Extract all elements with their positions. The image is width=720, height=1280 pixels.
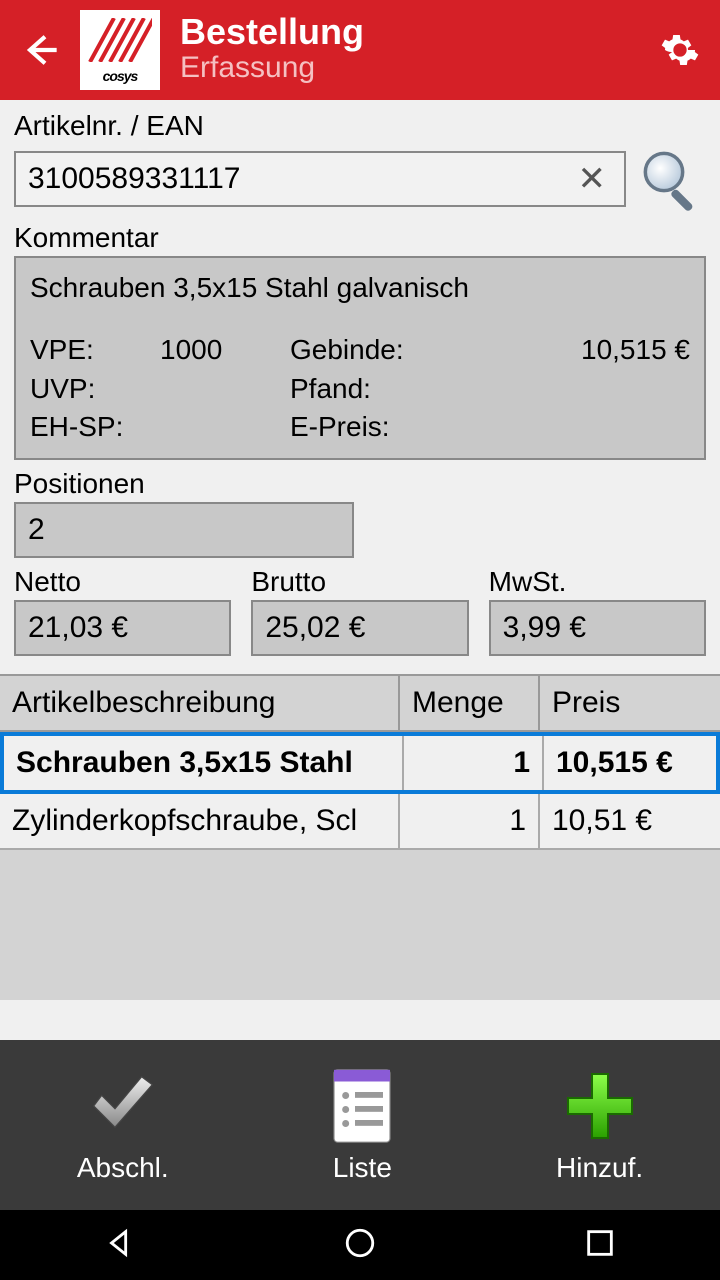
page-subtitle: Erfassung	[180, 50, 660, 86]
vpe-label: VPE:	[30, 332, 160, 368]
vpe-value: 1000	[160, 332, 290, 368]
app-logo: cosys	[80, 10, 160, 90]
ehsp-label: EH-SP:	[30, 409, 160, 445]
gebinde-value: 10,515 €	[450, 332, 690, 368]
content-area: Artikelnr. / EAN 3100589331117 ✕ Komment…	[0, 100, 720, 656]
td-desc: Schrauben 3,5x15 Stahl	[4, 736, 404, 790]
pfand-value	[450, 371, 690, 407]
page-title: Bestellung	[180, 14, 660, 50]
mwst-label: MwSt.	[489, 566, 706, 598]
td-qty: 1	[404, 736, 544, 790]
positions-value: 2	[28, 513, 45, 547]
list-icon	[322, 1066, 402, 1146]
nav-recent[interactable]	[583, 1226, 617, 1265]
positions-value-box: 2	[14, 502, 354, 558]
brutto-box: 25,02 €	[251, 600, 468, 656]
uvp-value	[160, 371, 290, 407]
comment-label: Kommentar	[14, 222, 706, 254]
table-empty-area	[0, 850, 720, 1000]
th-qty: Menge	[400, 676, 540, 730]
system-navbar	[0, 1210, 720, 1280]
title-block: Bestellung Erfassung	[180, 14, 660, 86]
table-row[interactable]: Zylinderkopfschraube, Scl 1 10,51 €	[0, 794, 720, 850]
gebinde-label: Gebinde:	[290, 332, 450, 368]
brutto-value: 25,02 €	[265, 611, 365, 645]
liste-button[interactable]: Liste	[322, 1066, 402, 1184]
nav-back[interactable]	[103, 1226, 137, 1265]
back-button[interactable]	[20, 30, 60, 70]
th-price: Preis	[540, 676, 720, 730]
logo-text: cosys	[103, 68, 138, 84]
td-price: 10,515 €	[544, 736, 716, 790]
items-table: Artikelbeschreibung Menge Preis Schraube…	[0, 674, 720, 1000]
nav-home[interactable]	[343, 1226, 377, 1265]
positions-label: Positionen	[14, 468, 706, 500]
abschl-label: Abschl.	[77, 1152, 169, 1184]
netto-value: 21,03 €	[28, 611, 128, 645]
article-label: Artikelnr. / EAN	[14, 110, 706, 142]
netto-box: 21,03 €	[14, 600, 231, 656]
settings-button[interactable]	[660, 30, 700, 70]
article-value: 3100589331117	[28, 162, 572, 196]
mwst-box: 3,99 €	[489, 600, 706, 656]
comment-description: Schrauben 3,5x15 Stahl galvanisch	[30, 270, 690, 306]
pfand-label: Pfand:	[290, 371, 450, 407]
th-desc: Artikelbeschreibung	[0, 676, 400, 730]
bottom-toolbar: Abschl. Liste Hinzuf.	[0, 1040, 720, 1210]
liste-label: Liste	[333, 1152, 392, 1184]
netto-label: Netto	[14, 566, 231, 598]
td-price: 10,51 €	[540, 794, 720, 848]
td-desc: Zylinderkopfschraube, Scl	[0, 794, 400, 848]
hinzuf-button[interactable]: Hinzuf.	[556, 1066, 643, 1184]
epreis-label: E-Preis:	[290, 409, 450, 445]
brutto-label: Brutto	[251, 566, 468, 598]
ehsp-value	[160, 409, 290, 445]
comment-box: Schrauben 3,5x15 Stahl galvanisch VPE: 1…	[14, 256, 706, 460]
article-input[interactable]: 3100589331117 ✕	[14, 151, 626, 207]
abschl-button[interactable]: Abschl.	[77, 1066, 169, 1184]
app-header: cosys Bestellung Erfassung	[0, 0, 720, 100]
epreis-value	[450, 409, 690, 445]
table-header: Artikelbeschreibung Menge Preis	[0, 674, 720, 732]
clear-icon[interactable]: ✕	[572, 159, 613, 199]
plus-icon	[560, 1066, 640, 1146]
uvp-label: UVP:	[30, 371, 160, 407]
hinzuf-label: Hinzuf.	[556, 1152, 643, 1184]
search-button[interactable]	[636, 144, 706, 214]
table-row[interactable]: Schrauben 3,5x15 Stahl 1 10,515 €	[0, 732, 720, 794]
td-qty: 1	[400, 794, 540, 848]
mwst-value: 3,99 €	[503, 611, 586, 645]
check-icon	[83, 1066, 163, 1146]
